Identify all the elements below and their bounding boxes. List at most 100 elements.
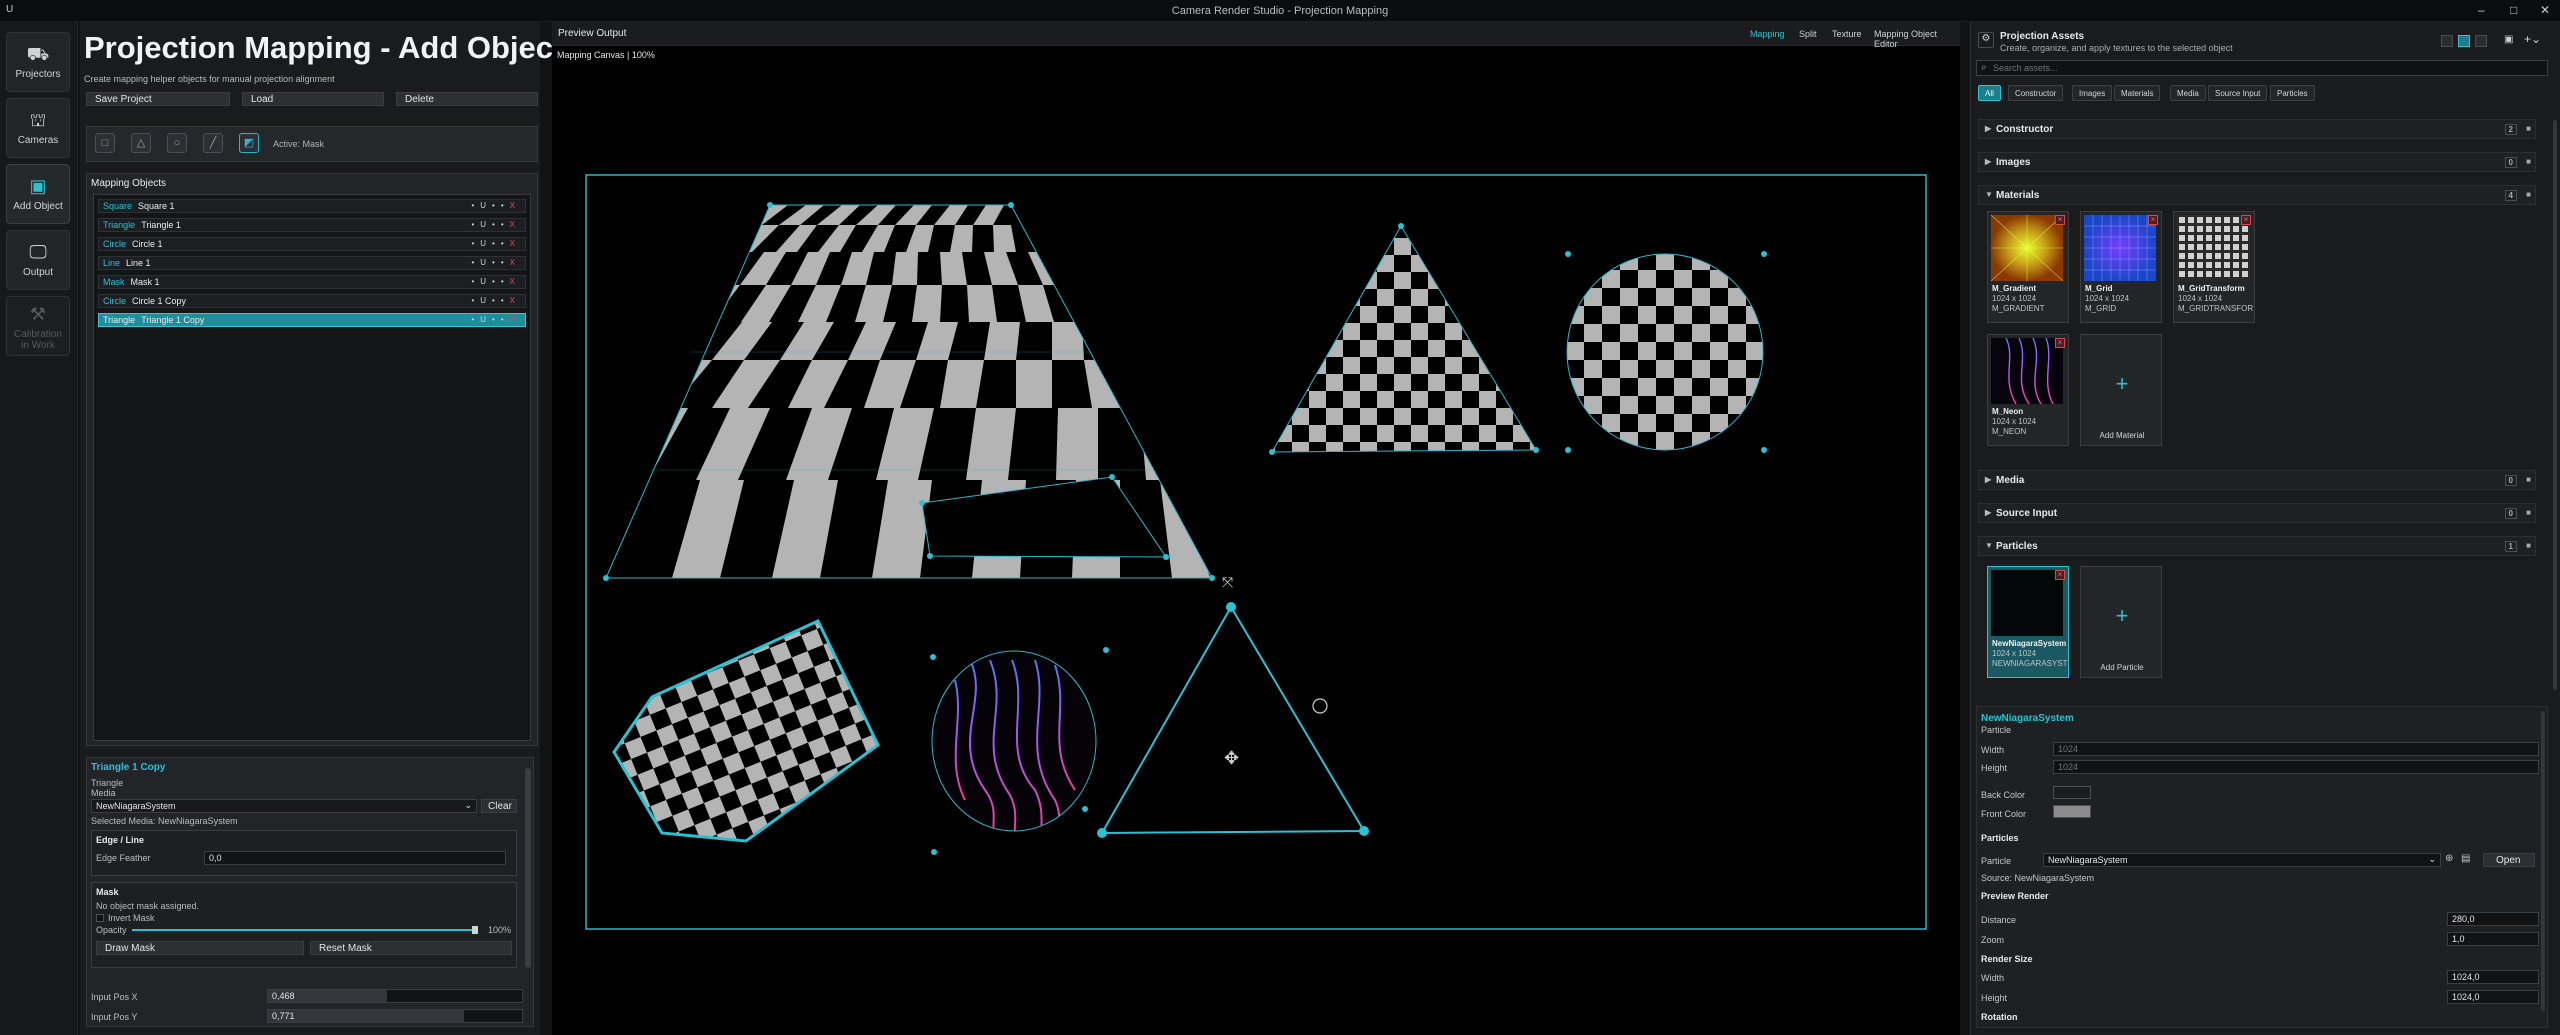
move-down-button[interactable]: •: [501, 296, 510, 305]
delete-icon[interactable]: ×: [2055, 215, 2065, 225]
unlock-toggle[interactable]: U: [480, 201, 492, 210]
line-tool-icon[interactable]: ╱: [203, 133, 223, 153]
input-pos-x-field[interactable]: 0,468: [267, 989, 523, 1003]
delete-icon[interactable]: ×: [2055, 570, 2065, 580]
zoom-field[interactable]: 1,0: [2447, 932, 2539, 946]
unlock-toggle[interactable]: U: [480, 258, 492, 267]
unlock-toggle[interactable]: U: [480, 296, 492, 305]
browse-icon[interactable]: ▤: [2461, 853, 2470, 864]
delete-object-button[interactable]: X: [510, 220, 521, 229]
category-source-input[interactable]: ▶ Source Input 0 ■: [1978, 503, 2536, 523]
circle-tool-icon[interactable]: ○: [167, 133, 187, 153]
delete-object-button[interactable]: X: [510, 201, 521, 210]
category-menu-icon[interactable]: ■: [2526, 508, 2531, 517]
move-down-button[interactable]: •: [501, 315, 510, 324]
mapping-object-row[interactable]: Line Line 1 •U••X: [98, 256, 526, 270]
filter-source-input[interactable]: Source Input: [2208, 85, 2268, 101]
list-view-icon[interactable]: [2441, 35, 2453, 47]
delete-object-button[interactable]: X: [510, 315, 521, 324]
front-color-swatch[interactable]: [2053, 805, 2091, 818]
mapping-object-row[interactable]: Circle Circle 1 •U••X: [98, 237, 526, 251]
particle-select[interactable]: NewNiagaraSystem ⌄: [2043, 853, 2441, 867]
delete-object-button[interactable]: X: [510, 277, 521, 286]
delete-object-button[interactable]: X: [510, 296, 521, 305]
unlock-toggle[interactable]: U: [480, 315, 492, 324]
nav-cameras[interactable]: ⛫ Cameras: [6, 98, 70, 158]
input-pos-y-field[interactable]: 0,771: [267, 1009, 523, 1023]
triangle-tool-icon[interactable]: △: [131, 133, 151, 153]
assets-settings-icon[interactable]: ⚙: [1978, 32, 1994, 48]
tab-split[interactable]: Split: [1799, 29, 1817, 39]
category-images[interactable]: ▶ Images 0 ■: [1978, 152, 2536, 172]
move-down-button[interactable]: •: [501, 201, 510, 210]
mapping-object-row[interactable]: Triangle Triangle 1 •U••X: [98, 218, 526, 232]
mapping-object-row[interactable]: Circle Circle 1 Copy •U••X: [98, 294, 526, 308]
delete-object-button[interactable]: X: [510, 258, 521, 267]
mask-tool-icon[interactable]: ◩: [239, 133, 259, 153]
assets-scrollbar[interactable]: [2553, 120, 2557, 690]
tab-mapping-object-editor[interactable]: Mapping Object Editor: [1874, 29, 1960, 49]
unlock-toggle[interactable]: U: [480, 239, 492, 248]
filter-images[interactable]: Images: [2072, 85, 2113, 101]
category-menu-icon[interactable]: ■: [2526, 475, 2531, 484]
category-menu-icon[interactable]: ■: [2526, 541, 2531, 550]
visibility-toggle[interactable]: •: [471, 277, 480, 286]
media-select[interactable]: NewNiagaraSystem ⌄: [91, 799, 477, 813]
reset-mask-button[interactable]: Reset Mask: [310, 941, 512, 955]
move-up-button[interactable]: •: [492, 277, 501, 286]
mapping-object-row[interactable]: Triangle Triangle 1 Copy •U••X: [98, 313, 526, 327]
category-menu-icon[interactable]: ■: [2526, 157, 2531, 166]
detail-scrollbar[interactable]: [2541, 711, 2545, 1011]
clear-media-button[interactable]: Clear: [481, 799, 517, 813]
nav-add-object[interactable]: ▣ Add Object: [6, 164, 70, 224]
pin-icon[interactable]: ▣: [2504, 34, 2513, 45]
opacity-slider[interactable]: [132, 926, 478, 934]
invert-mask-checkbox[interactable]: [96, 914, 104, 922]
material-tile[interactable]: × M_Neon 1024 x 1024 M_NEON: [1987, 334, 2069, 446]
filter-constructor[interactable]: Constructor: [2008, 85, 2064, 101]
category-menu-icon[interactable]: ■: [2526, 190, 2531, 199]
delete-icon[interactable]: ×: [2148, 215, 2158, 225]
tab-mapping[interactable]: Mapping: [1750, 29, 1785, 39]
material-tile[interactable]: × M_Gradient 1024 x 1024 M_GRADIENT: [1987, 211, 2069, 323]
delete-object-button[interactable]: X: [510, 239, 521, 248]
move-down-button[interactable]: •: [501, 258, 510, 267]
width-field[interactable]: 1024: [2053, 742, 2539, 756]
move-up-button[interactable]: •: [492, 201, 501, 210]
close-icon[interactable]: ✕: [2540, 3, 2550, 17]
filter-media[interactable]: Media: [2170, 85, 2206, 101]
draw-mask-button[interactable]: Draw Mask: [96, 941, 304, 955]
material-tile[interactable]: × M_GridTransform 1024 x 1024 M_GRIDTRAN…: [2173, 211, 2255, 323]
nav-output[interactable]: 🖵 Output: [6, 230, 70, 290]
visibility-toggle[interactable]: •: [471, 201, 480, 210]
nav-projectors[interactable]: ⛟ Projectors: [6, 32, 70, 92]
visibility-toggle[interactable]: •: [471, 220, 480, 229]
square-tool-icon[interactable]: □: [95, 133, 115, 153]
grid-view-icon[interactable]: [2458, 35, 2470, 47]
add-asset-icon[interactable]: +⌄: [2524, 32, 2541, 46]
visibility-toggle[interactable]: •: [471, 258, 480, 267]
opacity-slider-handle[interactable]: [472, 926, 478, 934]
add-material-button[interactable]: + Add Material: [2080, 334, 2162, 446]
move-up-button[interactable]: •: [492, 315, 501, 324]
move-up-button[interactable]: •: [492, 296, 501, 305]
move-up-button[interactable]: •: [492, 258, 501, 267]
move-up-button[interactable]: •: [492, 220, 501, 229]
move-down-button[interactable]: •: [501, 220, 510, 229]
maximize-icon[interactable]: □: [2510, 3, 2517, 17]
render-height-field[interactable]: 1024,0: [2447, 990, 2539, 1004]
add-particle-button[interactable]: + Add Particle: [2080, 566, 2162, 678]
category-particles[interactable]: ▼ Particles 1 ■: [1978, 536, 2536, 556]
category-menu-icon[interactable]: ■: [2526, 124, 2531, 133]
move-down-button[interactable]: •: [501, 277, 510, 286]
material-tile[interactable]: × M_Grid 1024 x 1024 M_GRID: [2080, 211, 2162, 323]
distance-field[interactable]: 280,0: [2447, 912, 2539, 926]
delete-icon[interactable]: ×: [2055, 338, 2065, 348]
back-color-swatch[interactable]: [2053, 786, 2091, 799]
unlock-toggle[interactable]: U: [480, 220, 492, 229]
tile-view-icon[interactable]: [2475, 35, 2487, 47]
filter-particles[interactable]: Particles: [2270, 85, 2315, 101]
properties-scrollbar[interactable]: [525, 768, 531, 968]
open-button[interactable]: Open: [2483, 853, 2535, 867]
mapping-object-row[interactable]: Mask Mask 1 •U••X: [98, 275, 526, 289]
